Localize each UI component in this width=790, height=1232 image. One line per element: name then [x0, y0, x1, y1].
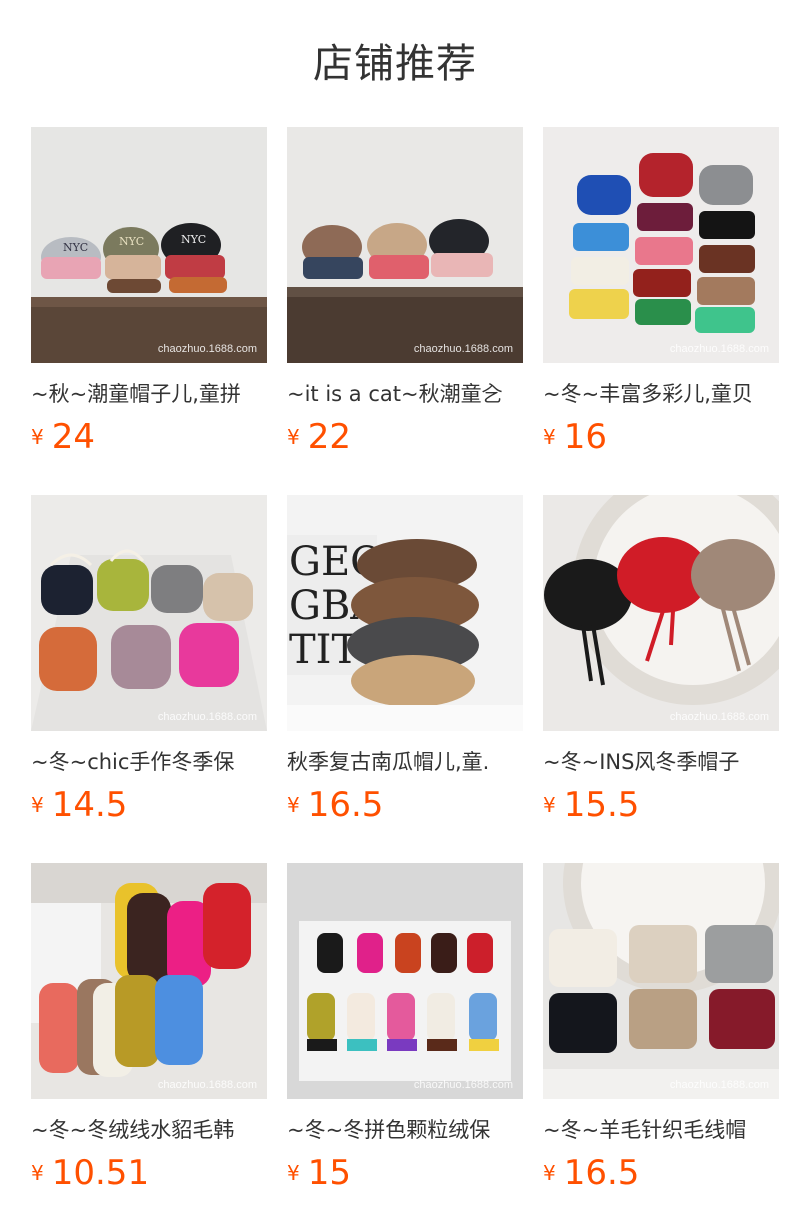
product-image-ins-hoods[interactable]: chaozhuo.1688.com	[543, 495, 779, 731]
product-image-bow-beanies[interactable]: chaozhuo.1688.com	[31, 495, 267, 731]
currency-symbol: ¥	[543, 425, 556, 449]
product-name[interactable]: ~冬~chic手作冬季保	[31, 745, 267, 779]
product-image-cat-caps[interactable]: chaozhuo.1688.com	[287, 127, 523, 363]
product-card[interactable]: NYC NYC NYC chaozhuo.1688.com ~秋~潮童帽子儿,童…	[31, 127, 267, 457]
product-price: ¥14.5	[31, 783, 127, 827]
page-title: 店铺推荐	[313, 41, 477, 87]
product-price: ¥15	[287, 1151, 351, 1195]
product-name[interactable]: ~it is a cat~秋潮童㐈	[287, 377, 523, 411]
currency-symbol: ¥	[31, 793, 44, 817]
product-card[interactable]: chaozhuo.1688.com ~冬~INS风冬季帽子 ¥15.5	[543, 495, 779, 825]
product-name[interactable]: ~冬~冬拼色颗粒绒保	[287, 1113, 523, 1147]
currency-symbol: ¥	[287, 425, 300, 449]
price-value: 16	[563, 417, 607, 457]
svg-text:NYC: NYC	[181, 233, 206, 246]
product-price: ¥16.5	[543, 1151, 639, 1195]
price-value: 16.5	[307, 785, 384, 825]
currency-symbol: ¥	[287, 793, 300, 817]
currency-symbol: ¥	[31, 425, 44, 449]
product-image-baseball-caps[interactable]: NYC NYC NYC chaozhuo.1688.com	[31, 127, 267, 363]
watermark: chaozhuo.1688.com	[669, 1079, 769, 1091]
product-card[interactable]: chaozhuo.1688.com ~冬~冬拼色颗粒绒保 ¥15	[287, 863, 523, 1193]
price-value: 16.5	[563, 1153, 640, 1193]
product-name[interactable]: ~冬~冬绒线水貂毛韩	[31, 1113, 267, 1147]
product-card[interactable]: chaozhuo.1688.com ~冬~羊毛针织毛线帽 ¥16.5	[543, 863, 779, 1193]
product-price: ¥24	[31, 415, 95, 459]
currency-symbol: ¥	[543, 1161, 556, 1185]
product-price: ¥15.5	[543, 783, 639, 827]
product-card[interactable]: chaozhuo.1688.com ~冬~chic手作冬季保 ¥14.5	[31, 495, 267, 825]
currency-symbol: ¥	[287, 1161, 300, 1185]
shop-recommend-page: 店铺推荐 NYC NYC NYC chaozhuo.1688.com ~秋~潮童…	[0, 0, 790, 1232]
watermark: chaozhuo.1688.com	[669, 711, 769, 723]
product-name[interactable]: ~冬~INS风冬季帽子	[543, 745, 779, 779]
watermark: chaozhuo.1688.com	[413, 343, 513, 355]
product-card[interactable]: chaozhuo.1688.com ~it is a cat~秋潮童㐈 ¥22	[287, 127, 523, 457]
price-value: 14.5	[51, 785, 128, 825]
product-price: ¥22	[287, 415, 351, 459]
price-value: 15	[307, 1153, 351, 1193]
price-value: 15.5	[563, 785, 640, 825]
product-name[interactable]: ~冬~丰富多彩儿,童贝	[543, 377, 779, 411]
product-price: ¥10.51	[31, 1151, 149, 1195]
watermark: chaozhuo.1688.com	[157, 1079, 257, 1091]
product-card[interactable]: chaozhuo.1688.com ~冬~冬绒线水貂毛韩 ¥10.51	[31, 863, 267, 1193]
svg-text:NYC: NYC	[63, 241, 88, 254]
svg-text:NYC: NYC	[119, 235, 144, 248]
product-name[interactable]: ~秋~潮童帽子儿,童拼	[31, 377, 267, 411]
product-image-kids-gloves[interactable]: chaozhuo.1688.com	[287, 863, 523, 1099]
currency-symbol: ¥	[543, 793, 556, 817]
watermark: chaozhuo.1688.com	[157, 343, 257, 355]
product-card[interactable]: chaozhuo.1688.com ~冬~丰富多彩儿,童贝 ¥16	[543, 127, 779, 457]
product-image-mink-gloves[interactable]: chaozhuo.1688.com	[31, 863, 267, 1099]
product-name[interactable]: 秋季复古南瓜帽儿,童.	[287, 745, 523, 779]
svg-text:TIT: TIT	[289, 627, 358, 673]
price-value: 24	[51, 417, 95, 457]
watermark: chaozhuo.1688.com	[669, 343, 769, 355]
watermark: chaozhuo.1688.com	[157, 711, 257, 723]
price-value: 22	[307, 417, 351, 457]
currency-symbol: ¥	[31, 1161, 44, 1185]
product-image-berets[interactable]: GEO GBA TIT	[287, 495, 523, 731]
product-card[interactable]: GEO GBA TIT 秋季复古南瓜帽儿,童. ¥16.5	[287, 495, 523, 825]
product-name[interactable]: ~冬~羊毛针织毛线帽	[543, 1113, 779, 1147]
product-price: ¥16.5	[287, 783, 383, 827]
product-image-wool-beanies[interactable]: chaozhuo.1688.com	[543, 863, 779, 1099]
product-image-knit-beanies[interactable]: chaozhuo.1688.com	[543, 127, 779, 363]
product-price: ¥16	[543, 415, 607, 459]
price-value: 10.51	[51, 1153, 150, 1193]
watermark: chaozhuo.1688.com	[413, 1079, 513, 1091]
